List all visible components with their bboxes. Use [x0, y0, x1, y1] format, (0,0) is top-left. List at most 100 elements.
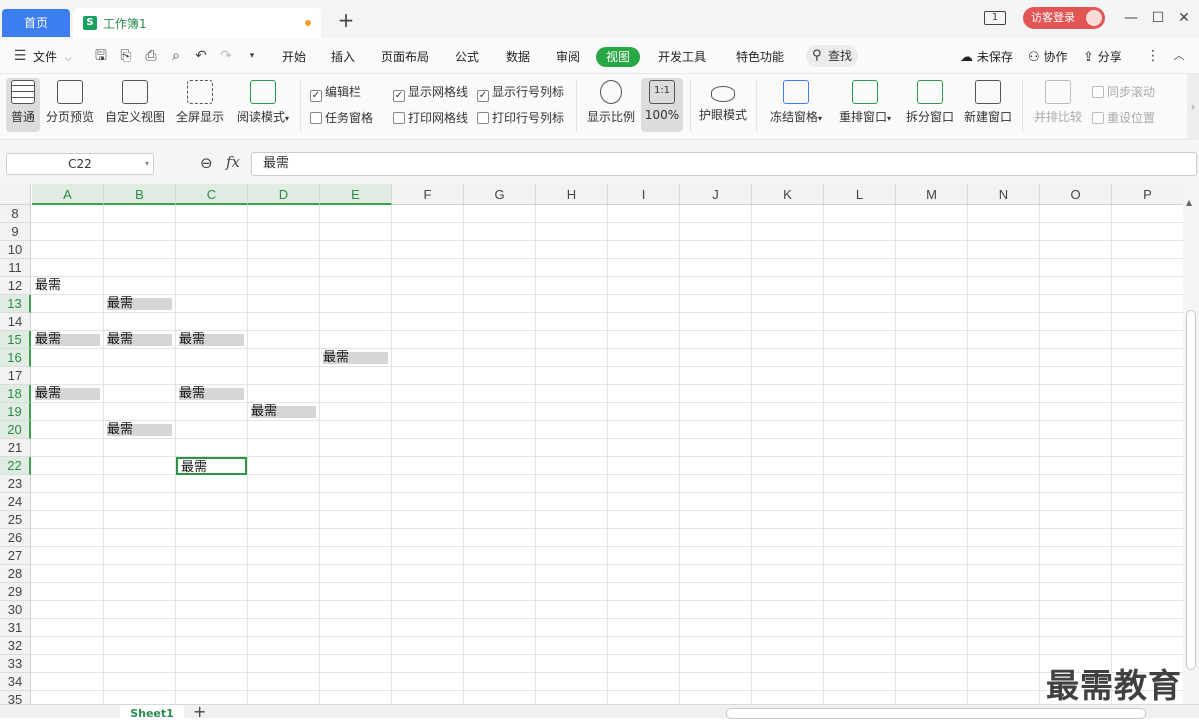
undo-icon[interactable]: ↶ [193, 48, 209, 64]
sheet-tab[interactable]: Sheet1 [120, 705, 184, 720]
column-header-p[interactable]: P [1112, 184, 1184, 205]
active-cell[interactable]: 最需 [176, 457, 247, 475]
cell-a15[interactable]: 最需 [32, 331, 103, 349]
close-button[interactable]: ✕ [1174, 8, 1194, 28]
collapse-ribbon-icon[interactable]: ︿ [1171, 48, 1187, 64]
side-by-side-button[interactable]: 并排比较 [1032, 78, 1084, 132]
print-gridlines-checkbox[interactable]: 打印网格线 [393, 109, 468, 126]
column-header-k[interactable]: K [752, 184, 824, 205]
menu-features[interactable]: 特色功能 [736, 48, 784, 65]
save-icon[interactable]: 🖫 [93, 48, 109, 64]
menu-developer[interactable]: 开发工具 [658, 48, 706, 65]
row-header-29[interactable]: 29 [0, 583, 31, 601]
zoom-100-button[interactable]: 1:1 100% [641, 78, 683, 132]
maximize-button[interactable]: ☐ [1148, 8, 1168, 28]
read-mode-button[interactable]: 阅读模式▾ [233, 78, 293, 132]
print-preview-icon[interactable]: ⌕ [168, 48, 184, 64]
row-header-33[interactable]: 33 [0, 655, 31, 673]
scroll-thumb[interactable] [1186, 310, 1196, 670]
row-header-35[interactable]: 35 [0, 691, 31, 704]
row-header-26[interactable]: 26 [0, 529, 31, 547]
row-header-14[interactable]: 14 [0, 313, 31, 331]
normal-view-button[interactable]: 普通 [6, 78, 40, 132]
column-header-m[interactable]: M [896, 184, 968, 205]
column-header-f[interactable]: F [392, 184, 464, 205]
zoom-button[interactable]: 显示比例 [585, 78, 637, 132]
row-header-32[interactable]: 32 [0, 637, 31, 655]
ribbon-scroll-right-icon[interactable]: › [1187, 74, 1199, 140]
row-header-18[interactable]: 18 [0, 385, 31, 403]
collaborate-button[interactable]: ⚇ 协作 [1028, 48, 1068, 65]
formula-input[interactable]: 最需 [251, 152, 1197, 176]
function-icon[interactable]: fx [226, 153, 240, 171]
column-header-e[interactable]: E [320, 184, 392, 205]
menu-page-layout[interactable]: 页面布局 [381, 48, 429, 65]
cell-a18[interactable]: 最需 [32, 385, 103, 403]
row-header-8[interactable]: 8 [0, 205, 31, 223]
add-sheet-button[interactable]: + [193, 702, 206, 721]
row-header-20[interactable]: 20 [0, 421, 31, 439]
task-pane-checkbox[interactable]: 任务窗格 [310, 109, 373, 126]
menu-file[interactable]: 文件 ⌵ [33, 48, 72, 65]
more-options-icon[interactable]: ⋮ [1145, 48, 1161, 64]
row-header-10[interactable]: 10 [0, 241, 31, 259]
row-header-17[interactable]: 17 [0, 367, 31, 385]
cell-d19[interactable]: 最需 [248, 403, 319, 421]
column-header-j[interactable]: J [680, 184, 752, 205]
search-button[interactable]: ⚲ 查找 [806, 45, 858, 67]
sync-scroll-button[interactable]: 同步滚动 [1092, 83, 1155, 100]
column-header-l[interactable]: L [824, 184, 896, 205]
horizontal-scrollbar[interactable] [726, 708, 1146, 719]
row-header-16[interactable]: 16 [0, 349, 31, 367]
show-gridlines-checkbox[interactable]: ✓ 显示网格线 [393, 83, 468, 102]
minimize-button[interactable]: — [1121, 8, 1141, 28]
cell-b20[interactable]: 最需 [104, 421, 175, 439]
cell-a12[interactable]: 最需 [32, 277, 103, 295]
cell-b15[interactable]: 最需 [104, 331, 175, 349]
column-header-c[interactable]: C [176, 184, 248, 205]
share-button[interactable]: ⇪ 分享 [1083, 48, 1122, 65]
column-header-o[interactable]: O [1040, 184, 1112, 205]
edit-bar-checkbox[interactable]: ✓ 编辑栏 [310, 83, 361, 102]
row-header-34[interactable]: 34 [0, 673, 31, 691]
row-header-30[interactable]: 30 [0, 601, 31, 619]
print-headers-checkbox[interactable]: 打印行号列标 [477, 109, 564, 126]
row-header-11[interactable]: 11 [0, 259, 31, 277]
vertical-scrollbar[interactable]: ▲ [1183, 184, 1199, 704]
export-icon[interactable]: ⎘ [118, 48, 134, 64]
column-header-i[interactable]: I [608, 184, 680, 205]
row-header-24[interactable]: 24 [0, 493, 31, 511]
column-header-b[interactable]: B [104, 184, 176, 205]
row-header-15[interactable]: 15 [0, 331, 31, 349]
zoom-lens-icon[interactable]: ⊖ [200, 154, 213, 172]
row-header-9[interactable]: 9 [0, 223, 31, 241]
cell-e16[interactable]: 最需 [320, 349, 391, 367]
menu-home[interactable]: 开始 [282, 48, 306, 65]
menu-view[interactable]: 视图 [596, 47, 640, 67]
row-header-22[interactable]: 22 [0, 457, 31, 475]
new-window-button[interactable]: 新建窗口 [962, 78, 1014, 132]
row-header-13[interactable]: 13 [0, 295, 31, 313]
new-tab-button[interactable]: + [336, 10, 356, 30]
fullscreen-button[interactable]: 全屏显示 [174, 78, 226, 132]
cell-c15[interactable]: 最需 [176, 331, 247, 349]
scroll-up-icon[interactable]: ▲ [1186, 198, 1192, 207]
rearrange-windows-button[interactable]: 重排窗口▾ [835, 78, 895, 132]
cell-b13[interactable]: 最需 [104, 295, 175, 313]
spreadsheet-grid[interactable]: ABCDEFGHIJKLMNOP 8 9 10 11 12 13 14 15 16 17 18 19 2… [0, 184, 1199, 704]
visitor-login-button[interactable]: 访客登录 [1023, 7, 1105, 29]
hamburger-icon[interactable]: ☰ [12, 48, 28, 64]
page-break-preview-button[interactable]: 分页预览 [44, 78, 96, 132]
freeze-panes-button[interactable]: 冻结窗格▾ [766, 78, 826, 132]
unsaved-status[interactable]: ☁ 未保存 [960, 48, 1013, 65]
reset-position-button[interactable]: 重设位置 [1092, 109, 1155, 126]
show-headers-checkbox[interactable]: ✓ 显示行号列标 [477, 83, 564, 102]
split-window-button[interactable]: 拆分窗口 [904, 78, 956, 132]
menu-data[interactable]: 数据 [506, 48, 530, 65]
menu-insert[interactable]: 插入 [331, 48, 355, 65]
print-icon[interactable]: ⎙ [143, 48, 159, 64]
row-header-27[interactable]: 27 [0, 547, 31, 565]
row-header-31[interactable]: 31 [0, 619, 31, 637]
name-box[interactable]: C22 ▾ [6, 153, 154, 175]
row-header-25[interactable]: 25 [0, 511, 31, 529]
